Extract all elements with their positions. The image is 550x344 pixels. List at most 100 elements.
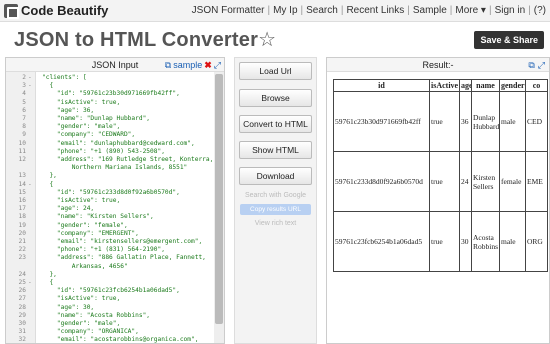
code-text: "phone": "+1 (890) 543-2508",	[42, 147, 165, 155]
table-cell: true	[429, 91, 460, 152]
table-cell: Dunlap Hubbard	[471, 91, 500, 152]
table-cell: 59761c233d8d0f92a6b0570d	[333, 151, 430, 212]
line-number: 30	[18, 320, 26, 327]
code-line: 18 "name": "Kirsten Sellers",	[6, 213, 211, 221]
result-tools: ⧉ ⤢	[528, 58, 545, 72]
result-panel: Result:- ⧉ ⤢ id isActive age name gender co 5…	[326, 57, 550, 344]
code-text: "name": "Acosta Robbins",	[42, 311, 151, 319]
nav-json-formatter[interactable]: JSON Formatter	[192, 5, 265, 16]
nav-sign-in[interactable]: Sign in	[495, 5, 526, 16]
table-cell: 36	[459, 91, 472, 152]
view-rich-text-link[interactable]: View rich text	[239, 220, 312, 227]
favorite-star-icon[interactable]: ☆	[258, 29, 276, 51]
table-row: 59761c23b30d971669fb42ff true 36 Dunlap Hub…	[333, 91, 548, 152]
json-editor[interactable]: 2- "clients": [3- {4 "id": "59761c23b30d9…	[6, 72, 224, 343]
table-cell: male	[499, 91, 526, 152]
editor-scrollbar-thumb[interactable]	[215, 74, 223, 324]
nav-search[interactable]: Search	[306, 5, 338, 16]
clear-icon[interactable]: ✖	[204, 58, 212, 72]
table-body: 59761c23b30d971669fb42ff true 36 Dunlap Hub…	[333, 91, 548, 272]
code-text: "company": "ORGANICA",	[42, 328, 139, 336]
code-line: 7 "name": "Dunlap Hubbard",	[6, 115, 211, 123]
fold-toggle-icon[interactable]: -	[28, 181, 32, 189]
fold-toggle-icon[interactable]: -	[28, 279, 32, 287]
copy-result-icon[interactable]: ⧉	[528, 58, 534, 72]
code-line: 23 "address": "886 Gallatin Place, Fanne…	[6, 254, 211, 262]
copy-results-url-button[interactable]: Copy results URL	[240, 204, 311, 215]
nav-more[interactable]: More ▾	[455, 5, 486, 16]
show-html-button[interactable]: Show HTML	[239, 141, 312, 159]
fullscreen-icon[interactable]: ⤢	[214, 58, 221, 72]
code-line: 9 "company": "CEDWARD",	[6, 131, 211, 139]
column-header: gender	[499, 79, 526, 92]
line-number: 3	[22, 82, 26, 90]
browse-button[interactable]: Browse	[239, 89, 312, 107]
line-number: 12	[18, 156, 26, 163]
table-header-row: id isActive age name gender co	[333, 79, 548, 92]
code-line: 32 "email": "acostarobbins@organica.com"…	[6, 336, 211, 343]
code-line: Northern Mariana Islands, 8551"	[6, 164, 211, 172]
result-title: Result:-	[422, 60, 454, 70]
logo[interactable]: Code Beautify	[4, 3, 108, 19]
code-text: "email": "dunlaphubbard@cedward.com",	[42, 139, 195, 147]
nav-recent-links[interactable]: Recent Links	[346, 5, 404, 16]
code-text: "email": "kirstensellers@emergent.com",	[42, 238, 203, 245]
code-text: "age": 24,	[42, 205, 95, 213]
code-line: 12 "address": "169 Rutledge Street, Kont…	[6, 156, 214, 164]
result-table: id isActive age name gender co 59761c23b30d97…	[333, 79, 548, 272]
code-line: 30 "gender": "male",	[6, 320, 211, 328]
load-url-button[interactable]: Load Url	[239, 62, 312, 80]
table-cell: 59761c23fcb6254b1a06dad5	[333, 211, 430, 272]
code-text: "age": 30,	[42, 303, 95, 311]
nav-help[interactable]: (?)	[534, 5, 546, 16]
fold-toggle-icon[interactable]: -	[28, 82, 32, 90]
code-line: 10 "email": "dunlaphubbard@cedward.com",	[6, 140, 211, 148]
code-line: 27 "isActive": true,	[6, 295, 211, 303]
column-header: isActive	[429, 79, 460, 92]
line-number: 29	[18, 311, 26, 319]
code-line: 25- {	[6, 279, 211, 287]
line-number: 8	[22, 123, 26, 131]
code-beautify-logo-icon	[4, 3, 19, 19]
column-header: co	[525, 79, 548, 92]
download-button[interactable]: Download	[239, 167, 312, 185]
table-cell: Kirsten Sellers	[471, 151, 500, 212]
fold-toggle-icon[interactable]: -	[28, 74, 32, 82]
line-number: 10	[18, 139, 26, 147]
sample-link[interactable]: sample	[173, 58, 202, 72]
code-text: Northern Mariana Islands, 8551"	[42, 164, 188, 172]
page-title: JSON to HTML Converter☆	[14, 27, 276, 52]
table-row: 59761c233d8d0f92a6b0570d true 24 Kirsten Se…	[333, 151, 548, 212]
code-line: 29 "name": "Acosta Robbins",	[6, 312, 211, 320]
save-share-button[interactable]: Save & Share	[474, 31, 544, 49]
line-number: 22	[18, 246, 26, 254]
copy-icon[interactable]: ⧉	[165, 58, 171, 72]
line-number: 7	[22, 115, 26, 122]
line-number: 21	[18, 238, 26, 245]
convert-to-html-button[interactable]: Convert to HTML	[239, 115, 312, 133]
action-column: Load Url Browse Convert to HTML Show HTM…	[234, 57, 317, 344]
line-number: 17	[18, 205, 26, 213]
line-number: 9	[22, 131, 26, 139]
table-cell: true	[429, 151, 460, 212]
code-text: {	[42, 279, 54, 286]
code-line: Arkansas, 4656"	[6, 263, 211, 271]
editor-scrollbar[interactable]	[214, 72, 224, 343]
code-text: "email": "acostarobbins@organica.com",	[42, 336, 199, 343]
column-header: id	[333, 79, 430, 92]
search-google-text: Search with Google	[244, 192, 307, 199]
line-number: 5	[22, 98, 26, 106]
code-line: 13 },	[6, 172, 211, 180]
code-text: },	[42, 172, 57, 180]
line-number: 15	[18, 188, 26, 196]
code-text: {	[42, 82, 54, 90]
nav-my-ip[interactable]: My Ip	[273, 5, 297, 16]
code-line: 11 "phone": "+1 (890) 543-2508",	[6, 148, 211, 156]
code-line: 28 "age": 30,	[6, 304, 211, 312]
line-number: 20	[18, 229, 26, 237]
nav-sample[interactable]: Sample	[413, 5, 447, 16]
fullscreen-result-icon[interactable]: ⤢	[538, 58, 545, 72]
code-line: 24 },	[6, 271, 211, 279]
code-text: "name": "Kirsten Sellers",	[42, 213, 154, 221]
table-cell: Acosta Robbins	[471, 211, 500, 272]
